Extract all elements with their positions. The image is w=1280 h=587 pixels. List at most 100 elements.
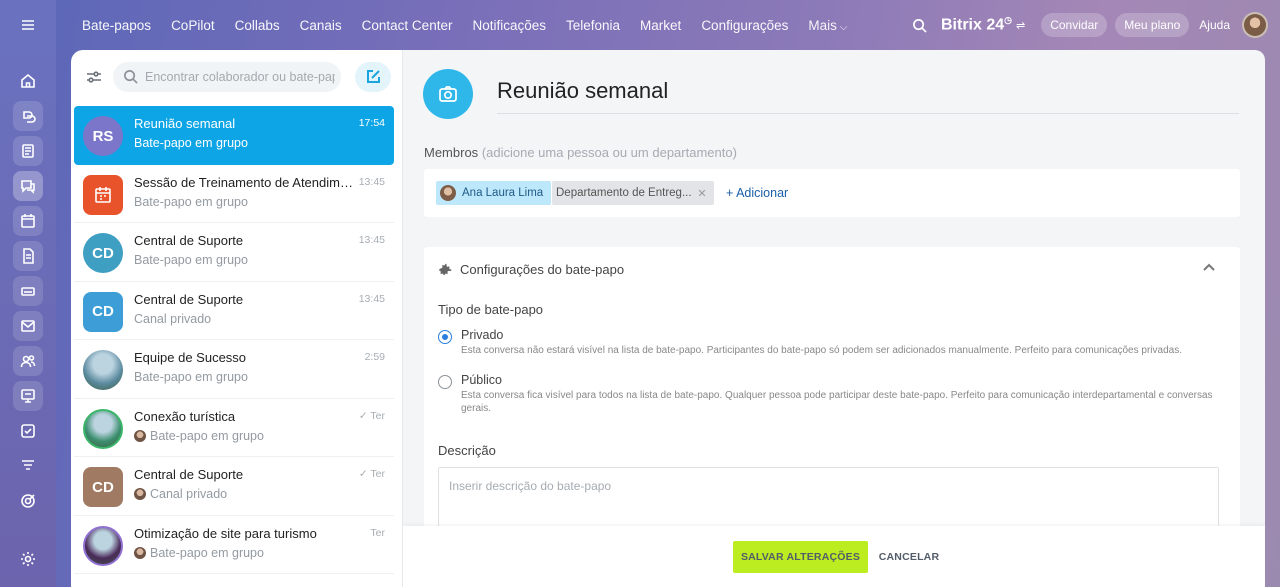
upload-avatar-button[interactable]: [423, 69, 473, 119]
chat-icon[interactable]: [13, 171, 43, 201]
read-check-icon: ✓: [358, 468, 371, 480]
chat-items: RS Reunião semanal Bate-papo em grupo 17:54…: [71, 106, 402, 574]
chat-list-item[interactable]: CD Central de Suporte Canal privado ✓ Ter: [74, 457, 394, 516]
chat-time-text: 13:45: [358, 292, 385, 305]
chat-title-input[interactable]: Reunião semanal: [497, 78, 1239, 114]
chat-search[interactable]: [113, 62, 341, 92]
user-avatar[interactable]: [1242, 12, 1268, 38]
nav-configuracoes[interactable]: Configurações: [701, 18, 788, 33]
cancel-button[interactable]: CANCELAR: [873, 541, 945, 573]
chat-time: ✓ Ter: [359, 468, 385, 480]
avatar: [134, 429, 146, 442]
nav-mais[interactable]: Mais ⌵: [808, 18, 847, 33]
read-check-icon: ✓: [358, 409, 371, 422]
chat-time-text: Ter: [370, 526, 385, 539]
chat-title: Central de Suporte: [134, 233, 244, 248]
members-field[interactable]: Ana Laura Lima Departamento de Entreg...…: [424, 169, 1240, 217]
left-rail: [0, 0, 56, 587]
chat-time: 13:45: [359, 176, 385, 188]
target-icon[interactable]: [13, 486, 43, 516]
chat-list-item[interactable]: RS Reunião semanal Bate-papo em grupo 17:54: [74, 106, 394, 165]
chat-list-item[interactable]: CD Central de Suporte Canal privado 13:45: [74, 282, 394, 340]
chat-settings-panel: Reunião semanal Membros (adicione uma pe…: [403, 50, 1265, 587]
brand-text: Bitrix 24: [941, 16, 1005, 34]
chat-avatar: CD: [83, 291, 123, 332]
help-link[interactable]: Ajuda: [1199, 18, 1230, 32]
radio-private-input[interactable]: [438, 330, 452, 344]
members-label: Membros (adicione uma pessoa ou um depar…: [424, 145, 737, 160]
new-chat-button[interactable]: [355, 62, 391, 92]
chat-list-item[interactable]: Conexão turística Bate-papo em grupo ✓ Ter: [74, 399, 394, 457]
chat-time: 13:45: [359, 234, 385, 246]
member-tag[interactable]: Ana Laura Lima: [436, 181, 552, 205]
nav-market[interactable]: Market: [640, 18, 681, 33]
avatar: [134, 546, 146, 559]
radio-private-label: Privado: [461, 328, 504, 342]
add-member-link[interactable]: + Adicionar: [726, 186, 788, 200]
radio-public-input[interactable]: [438, 375, 452, 389]
chevron-up-icon[interactable]: [1202, 261, 1216, 275]
close-icon[interactable]: ✕: [697, 187, 706, 200]
my-plan-button[interactable]: Meu plano: [1115, 13, 1190, 37]
top-right: Bitrix 24◷ ⇌ Convidar Meu plano Ajuda: [912, 0, 1268, 50]
nav-bate-papos[interactable]: Bate-papos: [82, 18, 151, 33]
avatar: [134, 488, 146, 500]
invite-button[interactable]: Convidar: [1041, 13, 1108, 37]
chat-list-item[interactable]: Sessão de Treinamento de Atendimento ao …: [74, 165, 394, 223]
chat-avatar: CD: [83, 467, 123, 507]
chat-subtitle: Bate-papo em grupo: [134, 546, 264, 560]
chat-time: 17:54: [359, 117, 385, 129]
chat-time-text: 17:54: [358, 117, 385, 129]
chat-subtitle-text: Bate-papo em grupo: [134, 194, 248, 209]
drive-icon[interactable]: [13, 276, 43, 306]
feed-icon[interactable]: [13, 136, 43, 166]
menu-icon[interactable]: [13, 10, 43, 40]
compose-icon: [367, 70, 380, 83]
chat-list-item[interactable]: CD Central de Suporte Bate-papo em grupo 13…: [74, 223, 394, 282]
chat-title: Sessão de Treinamento de Atendimento ao …: [134, 174, 359, 190]
nav-mais-label: Mais: [808, 17, 837, 33]
avatar: [440, 185, 456, 201]
sites-icon[interactable]: [13, 381, 43, 411]
mail-icon[interactable]: [13, 311, 43, 341]
chat-list-item[interactable]: Equipe de Sucesso Bate-papo em grupo 2:59: [74, 340, 394, 399]
chat-avatar: [83, 350, 123, 390]
search-icon[interactable]: [912, 18, 927, 33]
brand-settings-icon[interactable]: ⇌: [1016, 19, 1025, 32]
clock-icon: ◷: [1004, 15, 1012, 26]
filter-funnel-icon[interactable]: [13, 451, 43, 481]
nav-notificacoes[interactable]: Notificações: [472, 18, 546, 33]
save-changes-button[interactable]: SALVAR ALTERAÇÕES: [733, 541, 868, 573]
chat-subtitle-text: Bate-papo em grupo: [150, 428, 264, 443]
top-bar: Bate-papos CoPilot Collabs Canais Contac…: [56, 0, 1280, 50]
nav-telefonia[interactable]: Telefonia: [566, 18, 620, 33]
chat-time: Ter: [370, 527, 385, 539]
chat-time: ✓ Ter: [359, 410, 385, 422]
nav-canais[interactable]: Canais: [300, 18, 342, 33]
chat-subtitle: Bate-papo em grupo: [134, 370, 248, 384]
filter-sliders-icon[interactable]: [85, 68, 103, 86]
nav-copilot[interactable]: CoPilot: [171, 18, 215, 33]
contacts-icon[interactable]: [13, 346, 43, 376]
chat-list-item[interactable]: Otimização de site para turismo Bate-papo…: [74, 516, 394, 574]
chat-subtitle-text: Bate-papo em grupo: [134, 370, 248, 384]
calendar-icon[interactable]: [13, 206, 43, 236]
chat-search-input[interactable]: [145, 62, 335, 92]
document-icon[interactable]: [13, 241, 43, 271]
settings-icon[interactable]: [13, 544, 43, 574]
department-tag[interactable]: Departamento de Entreg... ✕: [552, 181, 714, 205]
settings-title: Configurações do bate-papo: [460, 262, 625, 277]
chat-title: Central de Suporte: [134, 291, 244, 307]
chat-subtitle-text: Bate-papo em grupo: [134, 136, 248, 150]
tasks-icon[interactable]: [13, 416, 43, 446]
chat-subtitle: Bate-papo em grupo: [134, 253, 248, 267]
nav-contact-center[interactable]: Contact Center: [362, 18, 453, 33]
chat-title: Equipe de Sucesso: [134, 350, 247, 365]
home-icon[interactable]: [13, 66, 43, 96]
chat-title: Central de Suporte: [134, 467, 244, 482]
chat-time-text: 13:45: [358, 234, 385, 246]
nav-collabs[interactable]: Collabs: [235, 18, 280, 33]
collab-icon[interactable]: [13, 101, 43, 131]
settings-header[interactable]: Configurações do bate-papo: [438, 262, 624, 277]
chat-avatar: [83, 525, 123, 566]
